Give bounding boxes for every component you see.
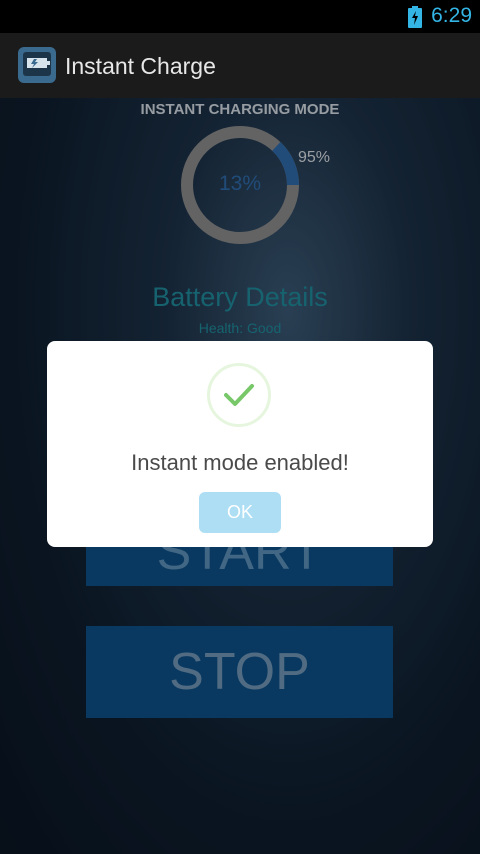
dialog-message: Instant mode enabled! — [131, 450, 349, 475]
action-bar: Instant Charge — [0, 33, 480, 98]
battery-charging-icon — [408, 6, 422, 28]
check-circle — [207, 363, 271, 427]
app-title: Instant Charge — [65, 53, 216, 79]
status-time: 6:29 — [431, 4, 472, 27]
confirmation-dialog: Instant mode enabled! OK — [47, 341, 433, 547]
ok-button[interactable]: OK — [199, 492, 281, 533]
app-icon[interactable] — [18, 47, 56, 83]
check-icon — [224, 384, 254, 406]
status-bar: 6:29 — [0, 0, 480, 33]
